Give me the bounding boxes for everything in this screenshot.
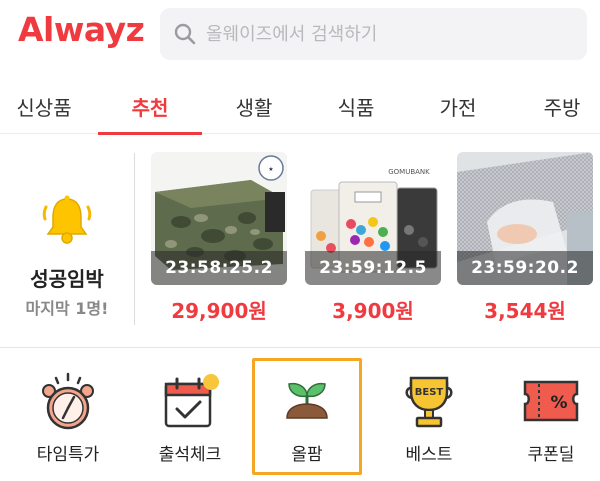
selection-highlight	[252, 358, 362, 475]
tab-new[interactable]: 신상품	[0, 78, 88, 134]
deal-section: 성공임박 마지막 1명! ★ 23:58:25.2 29,900원 GOMUBA…	[0, 135, 600, 347]
search-bar[interactable]	[160, 8, 587, 60]
success-subtitle: 마지막 1명!	[25, 299, 109, 318]
shortcut-time-deal[interactable]: 타임특가	[8, 348, 128, 481]
shortcut-best[interactable]: BEST 베스트	[369, 348, 489, 481]
app-logo[interactable]: Alwayz	[18, 10, 145, 49]
product-card[interactable]: 23:59:20.2 3,544원	[457, 152, 593, 324]
svg-text:BEST: BEST	[415, 387, 444, 398]
svg-text:%: %	[550, 393, 567, 413]
product-card[interactable]: GOMUBANK 23:59:12.5 3,900원	[305, 152, 441, 324]
search-input[interactable]	[206, 23, 566, 45]
success-title: 성공임박	[30, 267, 104, 291]
product-price: 3,900원	[332, 299, 414, 323]
product-price: 3,544원	[484, 299, 566, 323]
shortcut-label: 타임특가	[36, 445, 100, 465]
tab-appliance[interactable]: 가전	[416, 78, 500, 134]
alarm-clock-icon	[42, 372, 94, 430]
app-header: Alwayz	[0, 0, 600, 72]
shortcut-attendance[interactable]: 출석체크	[130, 348, 250, 481]
svg-text:★: ★	[268, 166, 273, 173]
countdown-timer: 23:58:25.2	[151, 251, 287, 285]
product-image: ★ 23:58:25.2	[151, 152, 287, 285]
tab-recommended[interactable]: 추천	[98, 78, 202, 135]
product-card[interactable]: ★ 23:58:25.2 29,900원	[151, 152, 287, 324]
countdown-timer: 23:59:20.2	[457, 251, 593, 285]
countdown-timer: 23:59:12.5	[305, 251, 441, 285]
bell-icon	[42, 195, 92, 244]
calendar-check-icon	[164, 374, 219, 428]
category-tabs: 신상품 추천 생활 식품 가전 주방	[0, 78, 600, 135]
product-image: GOMUBANK 23:59:12.5	[305, 152, 441, 285]
shortcut-label: 출석체크	[158, 445, 222, 465]
tab-living[interactable]: 생활	[212, 78, 296, 134]
tab-food[interactable]: 식품	[314, 78, 398, 134]
product-image: 23:59:20.2	[457, 152, 593, 285]
search-icon	[174, 23, 196, 45]
shortcut-label: 베스트	[405, 445, 453, 465]
shortcut-label: 쿠폰딜	[527, 445, 575, 465]
coupon-icon: %	[523, 380, 579, 422]
tab-kitchen[interactable]: 주방	[520, 78, 600, 134]
trophy-icon: BEST	[405, 376, 453, 428]
brand-text: GOMUBANK	[388, 168, 430, 176]
product-price: 29,900원	[171, 299, 267, 323]
vertical-divider	[134, 153, 135, 325]
shortcut-coupon-deal[interactable]: % 쿠폰딜	[491, 348, 600, 481]
success-imminent-box[interactable]: 성공임박 마지막 1명!	[0, 135, 134, 347]
